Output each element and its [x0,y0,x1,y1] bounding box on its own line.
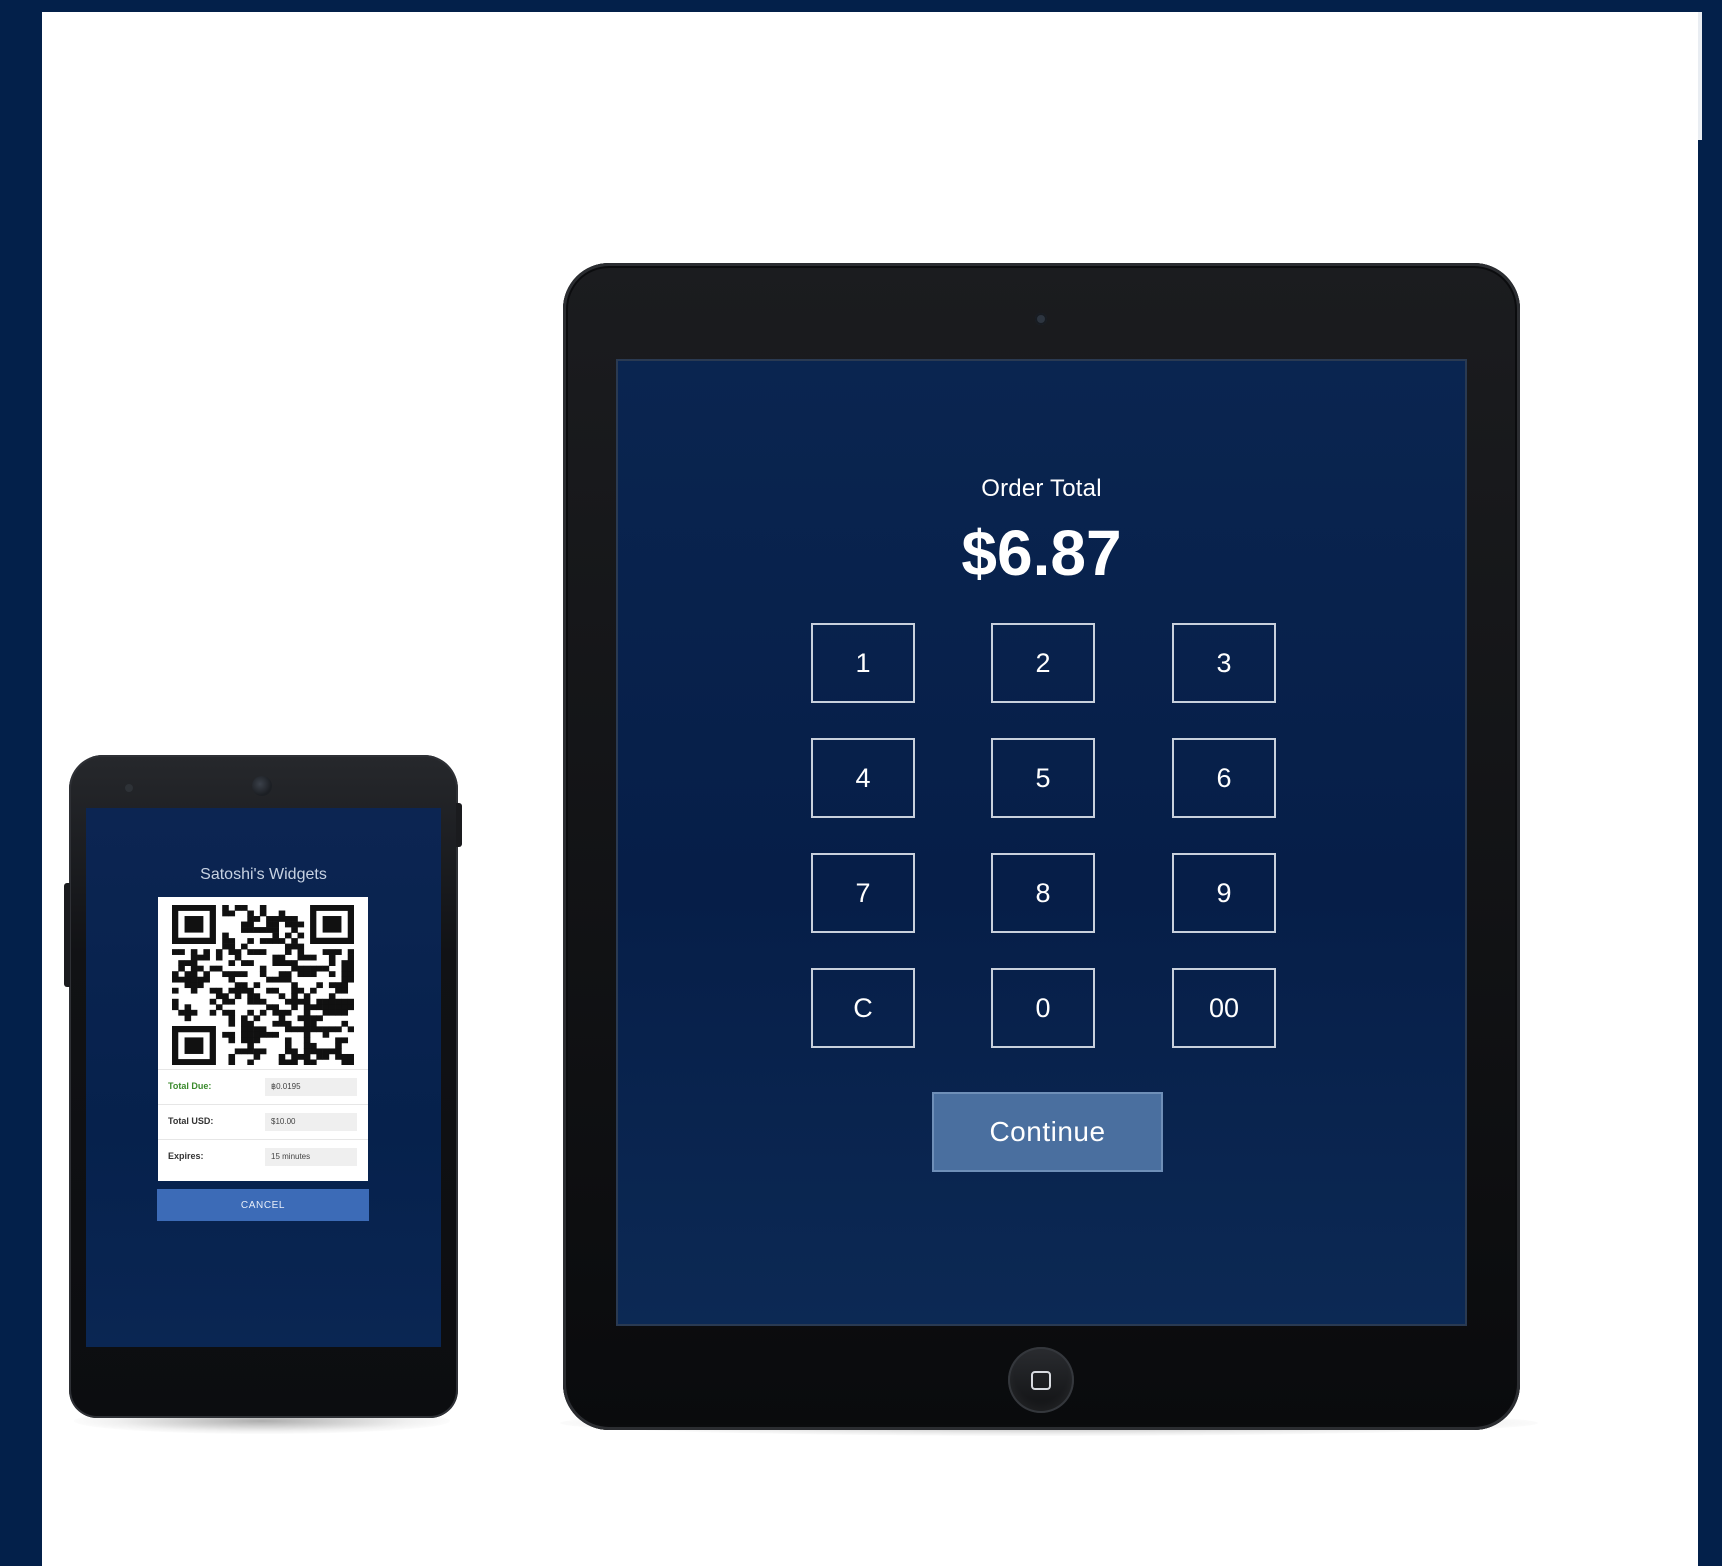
expires-label: Expires: [168,1151,204,1161]
total-due-row: Total Due: ฿0.0195 [158,1069,368,1104]
phone-speaker-icon [125,784,133,792]
tablet-camera-icon [1035,313,1047,325]
key-0[interactable]: 0 [991,968,1095,1048]
store-name: Satoshi's Widgets [200,866,327,883]
total-due-value: ฿0.0195 [265,1078,357,1096]
key-5[interactable]: 5 [991,738,1095,818]
total-usd-row: Total USD: $10.00 [158,1104,368,1139]
cancel-button[interactable]: CANCEL [157,1189,369,1221]
key-8[interactable]: 8 [991,853,1095,933]
phone-device: Satoshi's Widgets Total Due: ฿0.0195 Tot… [64,755,462,1418]
canvas-edge-strip [1698,12,1702,140]
key-1[interactable]: 1 [811,623,915,703]
key-9[interactable]: 9 [1172,853,1276,933]
key-3[interactable]: 3 [1172,623,1276,703]
phone-power-button [456,803,462,847]
qr-code-graphic [172,905,354,1065]
continue-button[interactable]: Continue [932,1092,1163,1172]
phone-camera-icon [252,776,272,796]
qr-code-icon [172,905,354,1065]
key-4[interactable]: 4 [811,738,915,818]
key-00[interactable]: 00 [1172,968,1276,1048]
keypad: 1 2 3 4 5 6 7 8 9 C 0 00 [618,361,1465,1324]
phone-screen: Satoshi's Widgets Total Due: ฿0.0195 Tot… [86,808,441,1347]
key-clear[interactable]: C [811,968,915,1048]
key-7[interactable]: 7 [811,853,915,933]
tablet-device: Order Total $6.87 1 2 3 4 5 6 7 8 9 C 0 … [563,263,1520,1430]
key-2[interactable]: 2 [991,623,1095,703]
home-button-icon[interactable] [1008,1347,1074,1413]
expires-row: Expires: 15 minutes [158,1139,368,1174]
total-due-label: Total Due: [168,1081,212,1091]
total-usd-value: $10.00 [265,1113,357,1131]
tablet-screen: Order Total $6.87 1 2 3 4 5 6 7 8 9 C 0 … [616,359,1467,1326]
total-usd-label: Total USD: [168,1116,214,1126]
phone-volume-button [64,883,70,987]
key-6[interactable]: 6 [1172,738,1276,818]
payment-card: Total Due: ฿0.0195 Total USD: $10.00 Exp… [158,897,368,1181]
home-square-icon [1031,1371,1051,1390]
expires-value: 15 minutes [265,1148,357,1166]
